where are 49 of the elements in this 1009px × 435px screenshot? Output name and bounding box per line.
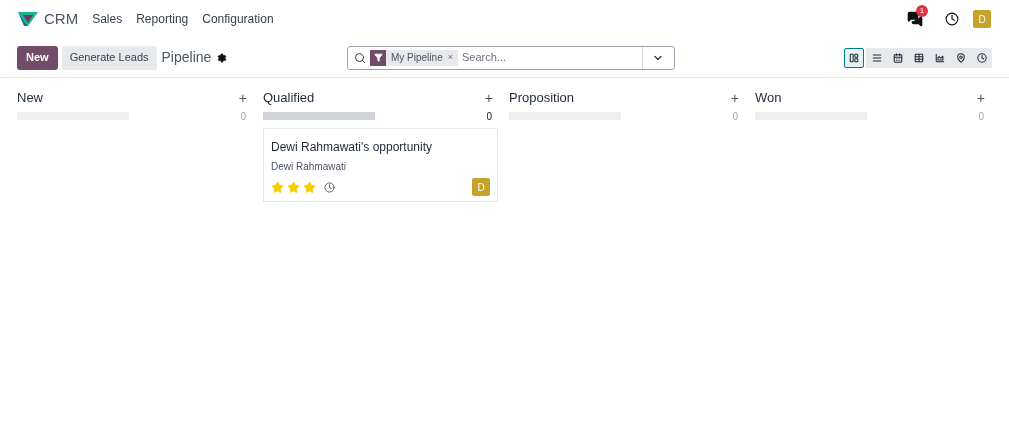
column-count: 0 <box>240 109 247 124</box>
filter-icon <box>373 53 383 62</box>
add-card-button[interactable]: + <box>238 87 252 109</box>
column-title: Qualified <box>263 89 315 108</box>
logo-icon[interactable] <box>18 12 38 26</box>
search-icon <box>354 51 366 64</box>
column-title: New <box>17 89 43 108</box>
search-input[interactable]: Search... <box>461 49 638 66</box>
new-button[interactable]: New <box>17 45 58 70</box>
user-avatar: D <box>472 178 490 196</box>
search-field[interactable]: My Pipeline × Search... <box>347 45 675 70</box>
notification-badge: 1 <box>916 5 928 17</box>
card-title: Dewi Rahmawati's opportunity <box>271 139 434 156</box>
view-switch-button[interactable] <box>971 47 992 68</box>
priority-star-icon[interactable] <box>287 180 300 194</box>
menu-item[interactable]: Sales <box>92 10 123 28</box>
filter-facet[interactable]: My Pipeline × <box>370 49 458 66</box>
map-pin-icon <box>955 52 966 63</box>
generate-leads-button[interactable]: Generate Leads <box>61 45 157 70</box>
add-card-button[interactable]: + <box>484 87 498 109</box>
calendar-icon <box>892 52 903 63</box>
table-icon <box>913 52 924 63</box>
view-switch-button[interactable] <box>866 47 887 68</box>
view-switch-button[interactable] <box>844 47 864 68</box>
priority-star-icon[interactable] <box>303 180 316 194</box>
clock-icon <box>976 52 987 63</box>
settings-icon[interactable] <box>217 52 228 63</box>
card-contact: Dewi Rahmawati <box>271 160 348 174</box>
messages-icon[interactable] <box>907 11 923 27</box>
kanban-icon <box>849 52 859 63</box>
column-title: Proposition <box>509 89 575 108</box>
menu-item[interactable]: Reporting <box>136 10 189 28</box>
add-card-button[interactable]: + <box>976 87 990 109</box>
column-count: 0 <box>486 109 493 124</box>
clock-icon[interactable] <box>945 12 959 26</box>
remove-facet-button[interactable]: × <box>447 50 453 65</box>
list-icon <box>871 52 882 63</box>
priority-star-icon[interactable] <box>271 180 284 194</box>
column-title: Won <box>755 89 782 108</box>
breadcrumb-title: Pipeline <box>161 48 212 67</box>
menu-item[interactable]: Configuration <box>202 10 274 28</box>
column-count: 0 <box>978 109 985 124</box>
opportunity-card[interactable]: Dewi Rahmawati's opportunity Dewi Rahmawati D <box>263 128 498 202</box>
activity-clock-icon[interactable] <box>324 181 335 193</box>
column-count: 0 <box>732 109 739 124</box>
area-chart-icon <box>934 52 945 63</box>
facet-label: My Pipeline <box>391 51 443 65</box>
app-name[interactable]: CRM <box>44 7 79 31</box>
add-card-button[interactable]: + <box>730 87 744 109</box>
